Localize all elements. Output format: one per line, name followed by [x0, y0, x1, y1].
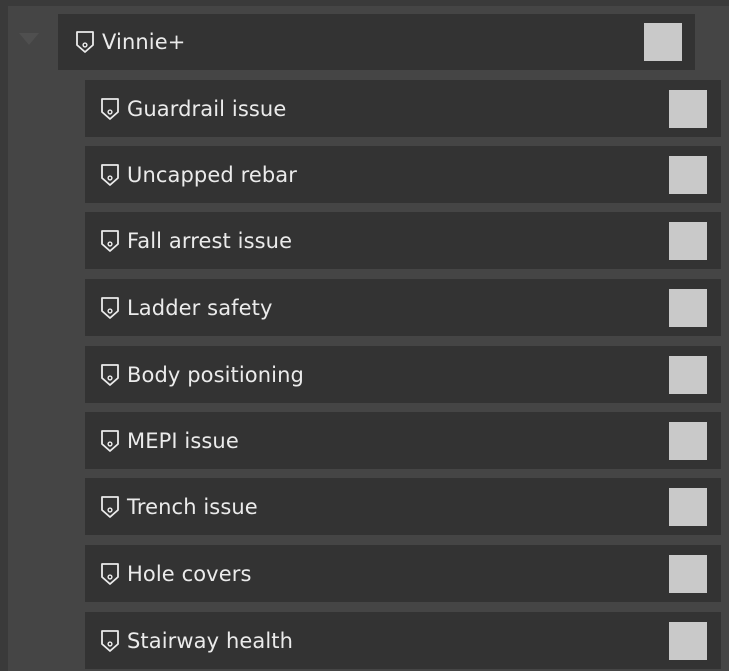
tree-item-guardrail-issue[interactable]: Guardrail issue: [85, 80, 721, 137]
tree-item-checkbox[interactable]: [669, 89, 707, 128]
tree-item-checkbox[interactable]: [669, 621, 707, 660]
tag-icon: [99, 296, 121, 320]
tree-item-checkbox[interactable]: [669, 554, 707, 593]
tag-icon: [74, 30, 96, 54]
tag-icon: [99, 629, 121, 653]
tree-item-label: MEPI issue: [127, 428, 239, 453]
tree-item-label: Guardrail issue: [127, 96, 287, 121]
tag-icon: [99, 363, 121, 387]
tree-item-label: Fall arrest issue: [127, 228, 293, 253]
tree-parent-vinnie[interactable]: Vinnie+: [58, 14, 695, 70]
tree-item-checkbox[interactable]: [669, 288, 707, 327]
tree-item-checkbox[interactable]: [669, 355, 707, 394]
tree-item-label: Uncapped rebar: [127, 162, 298, 187]
tree-item-fall-arrest-issue[interactable]: Fall arrest issue: [85, 212, 721, 269]
tree-item-label: Hole covers: [127, 561, 252, 586]
tree-item-checkbox[interactable]: [669, 221, 707, 260]
collapse-triangle-icon[interactable]: [19, 33, 39, 45]
tree-item-hole-covers[interactable]: Hole covers: [85, 545, 721, 602]
tree-item-label: Ladder safety: [127, 295, 273, 320]
tree-parent-label: Vinnie+: [102, 30, 186, 54]
tree-item-checkbox[interactable]: [669, 487, 707, 526]
tag-icon: [99, 97, 121, 121]
tag-icon: [99, 163, 121, 187]
tree-item-stairway-health[interactable]: Stairway health: [85, 612, 721, 669]
tag-icon: [99, 562, 121, 586]
tag-icon: [99, 429, 121, 453]
tree-item-body-positioning[interactable]: Body positioning: [85, 346, 721, 403]
tree-item-checkbox[interactable]: [669, 155, 707, 194]
tree-item-mepi-issue[interactable]: MEPI issue: [85, 412, 721, 469]
tag-icon: [99, 495, 121, 519]
tree-item-label: Trench issue: [127, 494, 258, 519]
tree-item-uncapped-rebar[interactable]: Uncapped rebar: [85, 146, 721, 203]
tree-item-ladder-safety[interactable]: Ladder safety: [85, 279, 721, 336]
tree-item-trench-issue[interactable]: Trench issue: [85, 478, 721, 535]
tree-parent-checkbox[interactable]: [644, 23, 682, 61]
tag-icon: [99, 229, 121, 253]
tree-item-label: Stairway health: [127, 628, 294, 653]
tree-item-checkbox[interactable]: [669, 421, 707, 460]
tree-item-label: Body positioning: [127, 362, 304, 387]
